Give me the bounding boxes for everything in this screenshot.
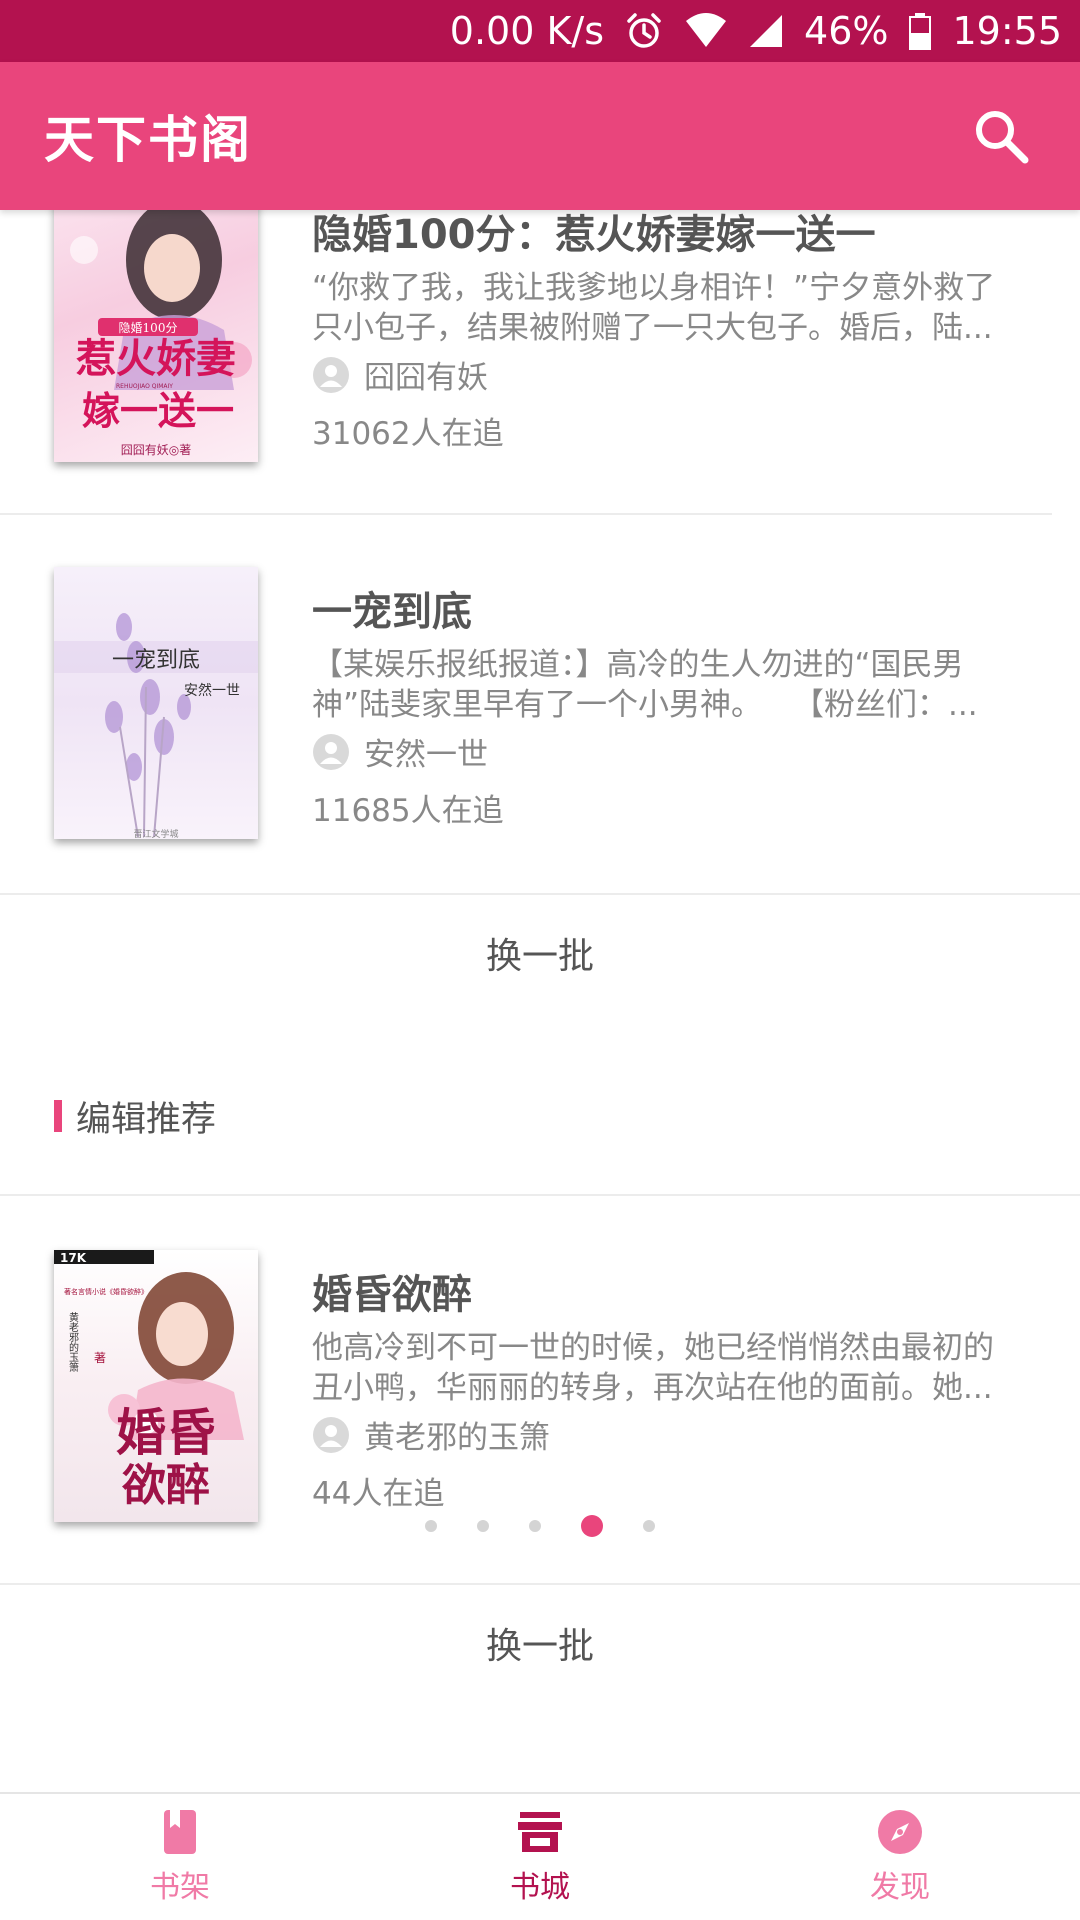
page-dot[interactable]	[529, 1520, 541, 1532]
book-description: 【某娱乐报纸报道：】高冷的生人勿进的“国民男神”陆斐家里早有了一个小男神。 【粉…	[312, 647, 978, 723]
search-button[interactable]	[966, 101, 1036, 171]
author-name: 囧囧有妖	[364, 360, 488, 396]
cover-author-text: 黄老邪的玉箫	[67, 1311, 79, 1373]
book-description: 他高冷到不可一世的时候，她已经悄悄然由最初的丑小鸭，华丽丽的转身，再次站在他的面…	[312, 1330, 994, 1406]
cover-footer-text: 晋江文学城	[133, 828, 178, 839]
book-cover[interactable]: 隐婚100分 惹火娇妻 REHUOJIAO QIMAIY 嫁一送一 囧囧有妖◎著	[54, 210, 258, 462]
author-avatar-icon	[313, 1416, 349, 1453]
cover-logo: 17K	[60, 1251, 87, 1265]
refresh-button[interactable]: 换一批	[0, 1585, 1080, 1701]
book-author: 安然一世	[312, 729, 488, 774]
network-speed: 0.00 K/s	[449, 9, 605, 53]
nav-bookstore[interactable]: 书城	[360, 1794, 720, 1920]
book-title: 一宠到底	[312, 589, 472, 635]
author-avatar-icon	[313, 356, 349, 393]
nav-label: 书城	[510, 1870, 570, 1905]
book-title: 婚昏欲醉	[312, 1272, 472, 1318]
book-cover[interactable]: 一宠到底 安然一世 晋江文学城	[54, 567, 258, 839]
page-dot[interactable]	[425, 1520, 437, 1532]
page-indicator[interactable]	[0, 1511, 1080, 1541]
cover-sub-text: 欲醉	[121, 1460, 210, 1511]
bottom-nav: 书架 书城 发现	[0, 1792, 1080, 1920]
cover-sub-text: 嫁一送一	[82, 388, 234, 433]
book-icon	[164, 1810, 196, 1854]
reader-count: 44人在追	[312, 1476, 445, 1512]
cover-top-text: 隐婚100分	[119, 321, 178, 335]
wifi-icon	[684, 11, 728, 51]
book-title: 隐婚100分：惹火娇妻嫁一送一	[312, 212, 876, 258]
page-dot[interactable]	[643, 1520, 655, 1532]
book-cover[interactable]: 17K 著名言情小说《婚昏欲醉》 黄老邪的玉箫 著 婚昏 欲醉	[54, 1250, 258, 1522]
editor-picks-card: 编辑推荐 17K 著名言情小说《婚昏欲醉》 黄老邪的玉箫 著 婚昏 欲醉 婚昏欲…	[0, 1038, 1080, 1792]
list-item[interactable]: 一宠到底 安然一世 晋江文学城 一宠到底 【某娱乐报纸报道：】高冷的生人勿进的“…	[0, 515, 1080, 895]
author-avatar-icon	[313, 733, 349, 770]
nav-bookshelf[interactable]: 书架	[0, 1794, 360, 1920]
nav-label: 发现	[870, 1870, 930, 1905]
cover-main-text: 惹火娇妻	[76, 335, 236, 382]
compass-icon	[878, 1810, 922, 1854]
signal-icon	[748, 11, 784, 51]
search-icon	[976, 111, 1029, 164]
refresh-button[interactable]: 换一批	[0, 895, 1080, 1011]
nav-discover[interactable]: 发现	[720, 1794, 1080, 1920]
book-author: 囧囧有妖	[312, 352, 488, 397]
clock-time: 19:55	[952, 9, 1062, 53]
page-dot[interactable]	[477, 1520, 489, 1532]
status-bar: 0.00 K/s 46% 19:55	[0, 0, 1080, 62]
page-dot-active[interactable]	[581, 1515, 603, 1537]
section-accent-bar	[54, 1100, 62, 1132]
cover-sub-text: 安然一世	[184, 682, 240, 699]
cover-author-text: 囧囧有妖◎著	[121, 443, 191, 457]
nav-label: 书架	[150, 1870, 210, 1905]
cover-series-text: 著名言情小说《婚昏欲醉》	[64, 1287, 148, 1296]
reader-count: 11685人在追	[312, 793, 504, 829]
cover-main-text: 婚昏	[116, 1403, 216, 1462]
list-item[interactable]: 隐婚100分 惹火娇妻 REHUOJIAO QIMAIY 嫁一送一 囧囧有妖◎著…	[0, 210, 1080, 502]
book-author: 黄老邪的玉箫	[312, 1412, 550, 1457]
reader-count: 31062人在追	[312, 416, 504, 452]
author-name: 黄老邪的玉箫	[364, 1420, 550, 1456]
cover-main-text: 一宠到底	[112, 648, 200, 673]
app-title: 天下书阁	[44, 111, 252, 169]
section-header: 编辑推荐	[0, 1038, 1080, 1194]
section-title: 编辑推荐	[76, 1099, 217, 1140]
author-name: 安然一世	[364, 737, 488, 773]
store-icon	[518, 1812, 562, 1852]
alarm-icon	[624, 11, 664, 51]
battery-icon	[908, 11, 932, 51]
app-bar: 天下书阁	[0, 62, 1080, 210]
battery-percent: 46%	[804, 9, 889, 53]
content-scroll[interactable]: 隐婚100分 惹火娇妻 REHUOJIAO QIMAIY 嫁一送一 囧囧有妖◎著…	[0, 210, 1080, 1792]
book-description: “你救了我，我让我爹地以身相许！”宁夕意外救了只小包子，结果被附赠了一只大包子。…	[312, 270, 996, 346]
cover-zhu: 著	[94, 1351, 106, 1365]
